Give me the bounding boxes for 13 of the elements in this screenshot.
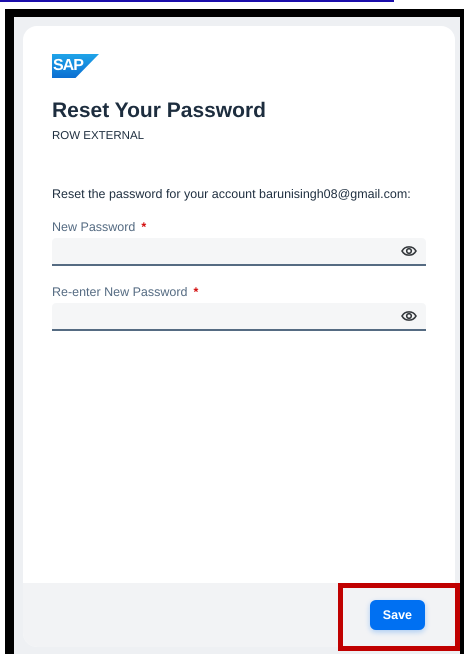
page-title: Reset Your Password: [52, 99, 267, 123]
required-mark: *: [141, 220, 146, 234]
field-label: Re-enter New Password: [52, 285, 188, 299]
eye-icon[interactable]: [401, 245, 417, 257]
logo: SAP: [52, 54, 99, 78]
password-field[interactable]: [52, 238, 426, 266]
instruction-text: Reset the password for your account barunisingh08@gmail.com:: [52, 187, 412, 201]
field-label: New Password: [52, 220, 136, 234]
subtitle: ROW EXTERNAL: [52, 130, 146, 142]
required-mark: *: [193, 285, 198, 299]
password-field[interactable]: [52, 303, 426, 331]
save-button[interactable]: Save: [370, 600, 425, 630]
eye-icon[interactable]: [401, 310, 417, 322]
